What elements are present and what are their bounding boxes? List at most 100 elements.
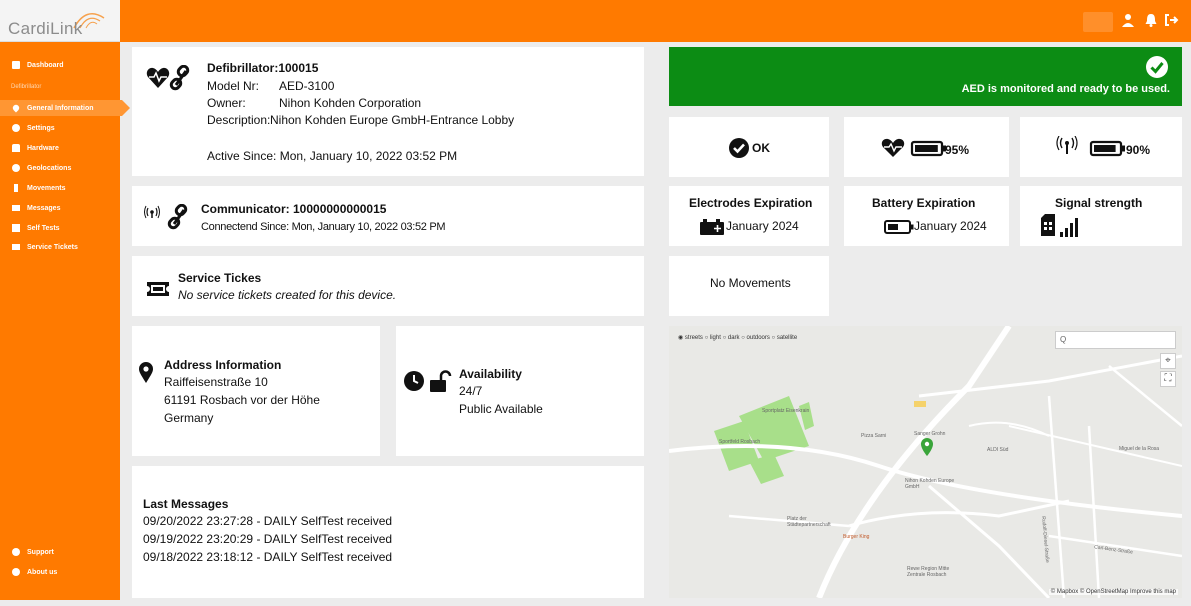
map-label: Platz der Städtepartnerschaft [787,516,831,528]
service-tickets-text: No service tickets created for this devi… [178,288,397,302]
map-style-satellite[interactable]: satellite [777,335,797,341]
address-street: Raiffeisenstraße 10 [164,375,268,389]
page-footer-strip [0,600,1191,606]
ok-status-card: OK [669,117,829,177]
app-logo: CardiLink [8,19,83,38]
sidebar-item-geolocations[interactable]: Geolocations [0,160,120,176]
owner-value: Nihon Kohden Corporation [279,96,422,110]
sidebar-item-service-tickets[interactable]: Service Tickets [0,239,120,255]
map-style-dark[interactable]: dark [728,335,740,341]
owner-label: Owner: [207,96,246,110]
map-style-streets[interactable]: streets [685,335,703,341]
model-value: AED-3100 [279,79,335,93]
communicator-title: Communicator: 10000000000015 [201,202,387,216]
support-icon [12,548,20,556]
electrodes-battery-icon [700,219,724,235]
address-country: Germany [164,411,214,425]
ticket-icon [12,244,20,250]
description-label: Description: [207,113,271,127]
sidebar-item-general-information[interactable]: General Information [0,100,130,116]
top-search-box[interactable] [1083,12,1113,32]
logo-area[interactable]: CardiLink [0,0,120,42]
signal-strength-card: Signal strength [1020,186,1182,246]
antenna-battery-icon [1056,136,1125,157]
map-style-outdoors[interactable]: outdoors [747,335,770,341]
sidebar-item-label: Dashboard [27,61,64,69]
car-icon [12,144,20,152]
calendar-icon [12,224,20,232]
defibrillator-title: Defibrillator:100015 [207,61,319,75]
address-title: Address Information [164,358,282,372]
active-since: Active Since: Mon, January 10, 2022 03:5… [207,149,458,163]
address-card: Address Information Raiffeisenstraße 10 … [132,326,380,456]
map-style-selector[interactable]: ◉ streets ○ light ○ dark ○ outdoors ○ sa… [678,334,797,341]
gear-icon [12,124,20,132]
heart-battery-icon [881,138,946,157]
connected-since: Connectend Since: Mon, January 10, 2022 … [201,221,446,233]
electrodes-expiration-value: January 2024 [726,219,799,233]
status-banner: AED is monitored and ready to be used. [669,47,1182,106]
map-label: Sportplatz Eisenkrain [762,408,810,414]
battery-expiration-card: Battery Expiration January 2024 [844,186,1009,246]
top-bar [120,0,1191,42]
sidebar-item-label: Geolocations [27,164,72,172]
map-label: Sanger Grohn [914,431,946,437]
sidebar-item-label: Self Tests [27,224,60,232]
sidebar-item-about-us[interactable]: About us [0,564,120,580]
signal-strength-title: Signal strength [1055,196,1143,210]
electrodes-expiration-title: Electrodes Expiration [689,196,813,210]
map-style-light[interactable]: light [710,335,721,341]
status-message: AED is monitored and ready to be used. [961,83,1170,95]
service-tickets-title: Service Tickes [178,271,262,285]
signal-status-card: 90% [1020,117,1182,177]
heart-icon [11,103,21,113]
map-label: Pizza Sarni [861,433,887,439]
sidebar-item-movements[interactable]: Movements [0,180,120,196]
check-circle-icon [729,138,749,158]
map-marker-icon [139,362,153,383]
signal-level-fill [1094,145,1116,152]
map-search-input[interactable]: Q [1055,331,1176,349]
map-label: Nihon Kohden Europe GmbH [905,478,955,490]
sidebar-item-label: Settings [27,124,55,132]
sidebar-item-self-tests[interactable]: Self Tests [0,220,120,236]
availability-access: Public Available [459,402,543,416]
sidebar-item-hardware[interactable]: Hardware [0,140,120,156]
map-label: Burger King [843,534,870,540]
ticket-icon [147,282,169,296]
check-circle-icon [1146,56,1168,78]
message-item: 09/19/2022 23:20:29 - DAILY SelfTest rec… [143,532,393,546]
clock-lock-icon [404,370,452,392]
map-roads [669,326,1182,598]
signal-label: 90% [1126,143,1151,157]
fullscreen-icon[interactable]: ⛶ [1160,371,1176,387]
location-map[interactable]: ◉ streets ○ light ○ dark ○ outdoors ○ sa… [669,326,1182,598]
map-label: Sportfeld Rosbach [719,439,761,445]
service-tickets-card: Service Tickes No service tickets create… [132,256,644,316]
user-icon[interactable] [1120,12,1136,28]
sidebar-section-label: Defibrillator [11,84,42,90]
sidebar-item-dashboard[interactable]: Dashboard [0,57,120,73]
availability-card: Availability 24/7 Public Available [396,326,644,456]
sidebar-item-support[interactable]: Support [0,544,120,560]
locate-icon[interactable]: ⌖ [1160,353,1176,369]
envelope-icon [12,205,20,211]
availability-hours: 24/7 [459,384,483,398]
sidebar-item-label: General Information [27,104,94,112]
antenna-link-icon [144,204,188,230]
sidebar-item-messages[interactable]: Messages [0,200,120,216]
communicator-card: Communicator: 10000000000015 Connectend … [132,186,644,246]
movements-card: No Movements [669,256,829,316]
info-icon [12,568,20,576]
bell-icon[interactable] [1143,12,1159,28]
sidebar-item-settings[interactable]: Settings [0,120,120,136]
sidebar-item-label: Movements [27,184,66,192]
ok-label: OK [752,141,770,155]
sim-signal-icon [1041,214,1078,237]
logout-icon[interactable] [1163,12,1179,28]
sidebar-item-label: Messages [27,204,61,212]
battery-status-card: 95% [844,117,1009,177]
map-attribution[interactable]: © Mapbox © OpenStreetMap Improve this ma… [1048,589,1178,595]
model-label: Model Nr: [207,79,260,93]
last-messages-title: Last Messages [143,497,229,511]
